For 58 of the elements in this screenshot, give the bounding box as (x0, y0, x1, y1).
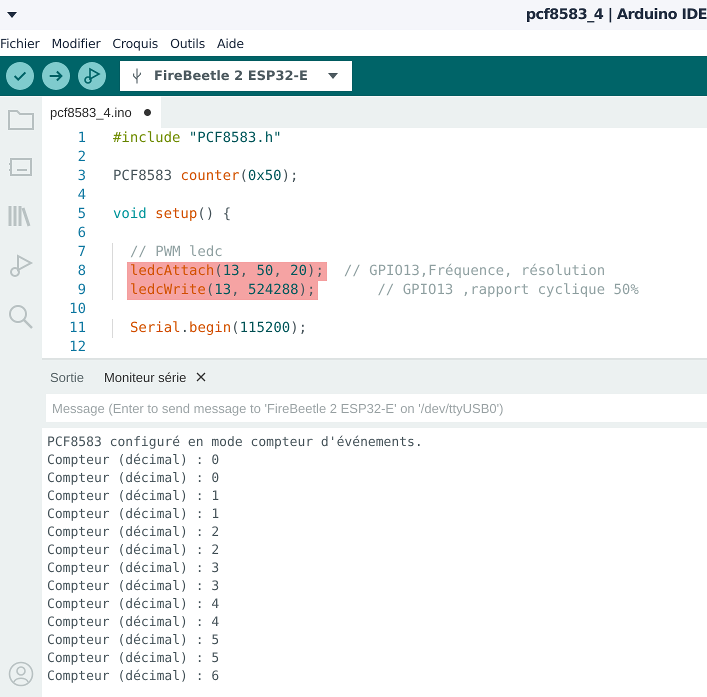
output-line: Compteur (décimal) : 3 (47, 560, 220, 578)
line-number: 3 (76, 167, 86, 186)
line-number: 7 (76, 243, 86, 262)
line-number: 2 (76, 148, 86, 167)
folder-icon[interactable] (8, 108, 34, 130)
line-number: 5 (76, 205, 86, 224)
line-number: 9 (76, 281, 86, 300)
line-number: 8 (76, 262, 86, 281)
output-line: Compteur (décimal) : 0 (47, 470, 220, 488)
output-line: PCF8583 configuré en mode compteur d'événements. (47, 434, 424, 452)
line-number: 1 (76, 129, 86, 148)
window-title: pcf8583_4 | Arduino IDE (526, 7, 707, 23)
debug-button[interactable] (78, 62, 106, 90)
file-tab[interactable]: pcf8583_4.ino (42, 96, 161, 128)
highlighted-code: ledcAttach(13, 50, 20); (127, 262, 327, 281)
output-line: Compteur (décimal) : 4 (47, 614, 220, 632)
code-line: PCF8583 counter(0x50); (112, 167, 298, 186)
line-number: 11 (68, 319, 86, 338)
line-number: 4 (76, 186, 86, 205)
message-field[interactable]: Message (Enter to send message to 'FireBeetle 2 ESP32-E' on '/dev/ttyUSB0') (46, 394, 707, 422)
menu-item[interactable]: Aide (217, 36, 244, 50)
upload-button[interactable] (42, 62, 70, 90)
debug-icon (82, 66, 102, 86)
account-icon[interactable] (8, 661, 34, 687)
highlighted-code: ledcWrite(13, 524288); (127, 281, 318, 300)
output-line: Compteur (décimal) : 2 (47, 542, 220, 560)
line-number: 6 (76, 224, 86, 243)
caret-icon[interactable] (6, 11, 18, 19)
search-icon[interactable] (8, 304, 34, 330)
code-comment: // GPIO13,Fréquence, résolution (344, 262, 606, 281)
board-icon[interactable] (8, 156, 34, 178)
output-line: Compteur (décimal) : 1 (47, 488, 220, 506)
output-line: Compteur (décimal) : 5 (47, 650, 220, 668)
panel-tab[interactable]: Sortie (50, 370, 84, 384)
menu-item[interactable]: Modifier (51, 36, 100, 50)
output-line: Compteur (décimal) : 4 (47, 596, 220, 614)
output-line: Compteur (décimal) : 6 (47, 668, 220, 686)
caret-icon (328, 73, 338, 79)
output-line: Compteur (décimal) : 2 (47, 524, 220, 542)
output-line: Compteur (décimal) : 0 (47, 452, 220, 470)
code-line: void setup() { (112, 205, 232, 224)
panel-tab[interactable]: Moniteur série (104, 370, 206, 384)
output-line: Compteur (décimal) : 3 (47, 578, 220, 596)
output-line: Compteur (décimal) : 5 (47, 632, 220, 650)
verify-button[interactable] (6, 62, 34, 90)
menu-item[interactable]: Fichier (0, 36, 40, 50)
line-number: 12 (68, 338, 86, 357)
debug-icon[interactable] (8, 254, 34, 278)
menu-item[interactable]: Outils (170, 36, 206, 50)
close-icon[interactable] (196, 372, 206, 382)
usb-icon (132, 67, 142, 85)
board-selector[interactable]: FireBeetle 2 ESP32-E (120, 61, 352, 91)
code-line: #include "PCF8583.h" (112, 129, 282, 148)
code-comment: // GPIO13 ,rapport cyclique 50% (377, 281, 639, 300)
output-line: Compteur (décimal) : 1 (47, 506, 220, 524)
code-line: Serial.begin(115200); (112, 319, 308, 338)
line-number: 10 (68, 300, 86, 319)
menu-item[interactable]: Croquis (112, 36, 158, 50)
